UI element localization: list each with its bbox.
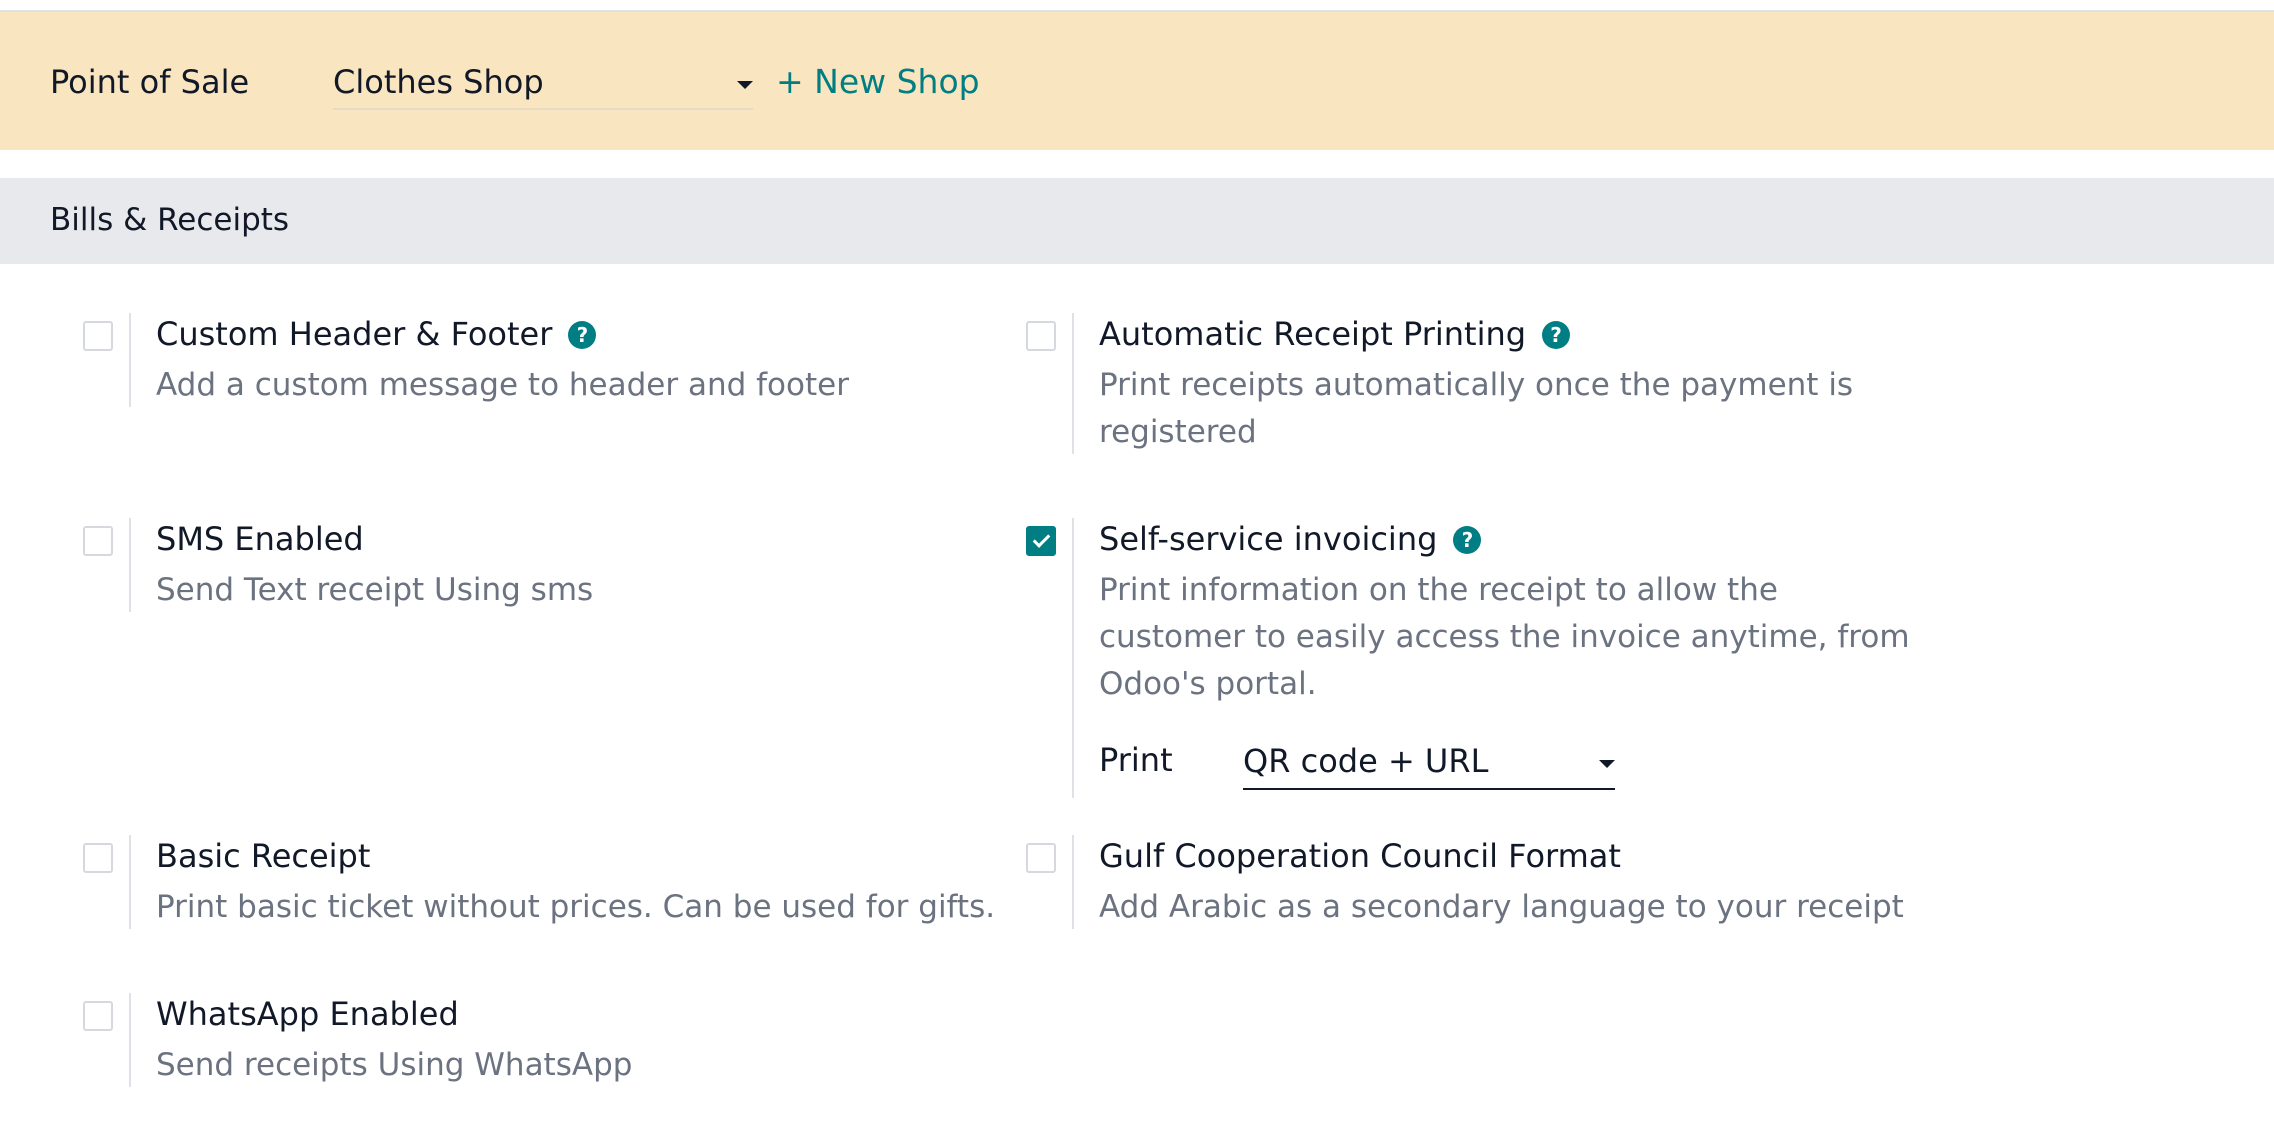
setting-title: Custom Header & Footer? bbox=[156, 315, 597, 353]
setting-title: Gulf Cooperation Council Format bbox=[1099, 837, 1621, 875]
gcc-format-checkbox[interactable] bbox=[1026, 843, 1056, 873]
help-icon[interactable]: ? bbox=[1453, 526, 1482, 554]
section-title: Bills & Receipts bbox=[50, 202, 290, 238]
setting-title: SMS Enabled bbox=[156, 520, 364, 558]
pos-title: Point of Sale bbox=[50, 63, 250, 101]
custom-header-footer-checkbox[interactable] bbox=[83, 321, 113, 351]
basic-receipt-checkbox[interactable] bbox=[83, 843, 113, 873]
whatsapp-enabled-checkbox[interactable] bbox=[83, 1001, 113, 1031]
automatic-receipt-printing-checkbox[interactable] bbox=[1026, 321, 1056, 351]
chevron-down-icon bbox=[737, 81, 753, 89]
setting-description: Add a custom message to header and foote… bbox=[156, 367, 849, 403]
setting-divider bbox=[129, 993, 131, 1087]
setting-divider bbox=[129, 518, 131, 612]
setting-title: Automatic Receipt Printing? bbox=[1099, 315, 1571, 353]
shop-select-value: Clothes Shop bbox=[333, 63, 544, 101]
setting-title: Self-service invoicing? bbox=[1099, 520, 1482, 558]
print-label: Print bbox=[1099, 741, 1173, 779]
setting-divider bbox=[1072, 518, 1074, 798]
setting-description: Send Text receipt Using sms bbox=[156, 572, 594, 608]
setting-description: Send receipts Using WhatsApp bbox=[156, 1047, 633, 1083]
setting-description: Print receipts automatically once the pa… bbox=[1099, 367, 1854, 450]
print-mode-value: QR code + URL bbox=[1243, 742, 1489, 780]
self-service-invoicing-checkbox[interactable] bbox=[1026, 526, 1056, 556]
help-icon[interactable]: ? bbox=[1542, 321, 1571, 349]
setting-divider bbox=[1072, 835, 1074, 929]
setting-description: Print information on the receipt to allo… bbox=[1099, 572, 1910, 702]
setting-description: Print basic ticket without prices. Can b… bbox=[156, 889, 996, 925]
setting-title: WhatsApp Enabled bbox=[156, 995, 459, 1033]
shop-select[interactable]: Clothes Shop bbox=[333, 56, 753, 110]
sms-enabled-checkbox[interactable] bbox=[83, 526, 113, 556]
chevron-down-icon bbox=[1599, 760, 1615, 768]
section-header-bar bbox=[0, 178, 2274, 264]
setting-description: Add Arabic as a secondary language to yo… bbox=[1099, 889, 1904, 925]
help-icon[interactable]: ? bbox=[568, 321, 597, 349]
setting-divider bbox=[129, 835, 131, 929]
print-mode-select[interactable]: QR code + URL bbox=[1243, 734, 1615, 790]
setting-divider bbox=[1072, 313, 1074, 454]
checkmark-icon bbox=[1032, 530, 1051, 548]
setting-title: Basic Receipt bbox=[156, 837, 371, 875]
new-shop-button[interactable]: + New Shop bbox=[776, 62, 980, 101]
setting-divider bbox=[129, 313, 131, 407]
